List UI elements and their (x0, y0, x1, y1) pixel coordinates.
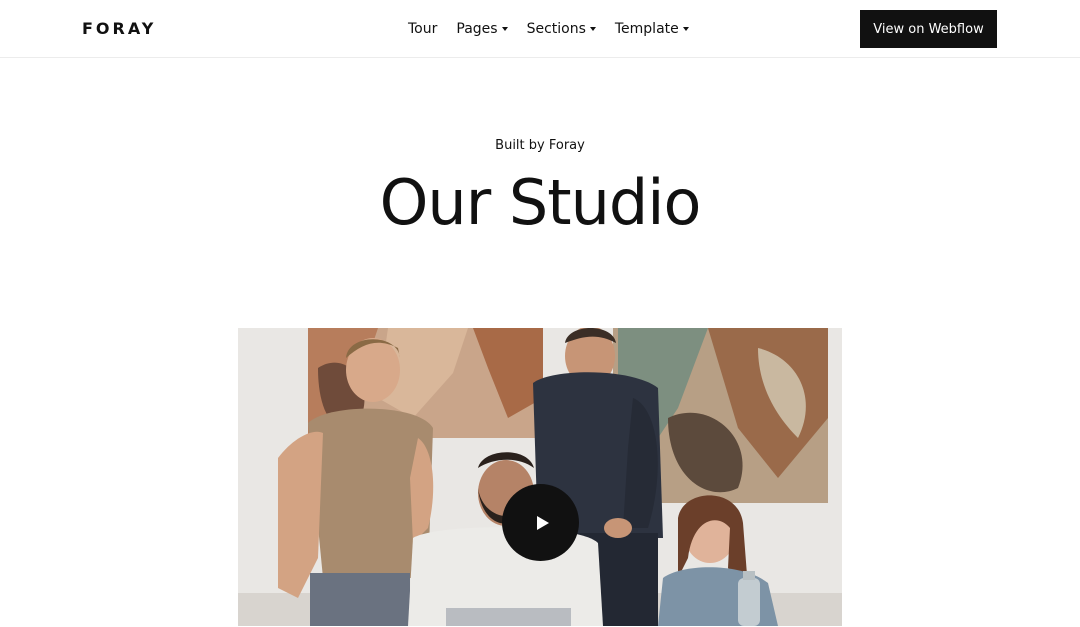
nav-item-sections[interactable]: Sections (527, 21, 596, 37)
play-button[interactable] (502, 484, 579, 561)
nav-item-label: Sections (526, 21, 586, 37)
studio-video[interactable] (238, 328, 842, 626)
view-on-webflow-button[interactable]: View on Webflow (860, 10, 997, 48)
caret-down-icon (501, 27, 508, 31)
nav-item-tour[interactable]: Tour (408, 21, 437, 37)
navbar: FORAY Tour Pages Sections Template View … (0, 0, 1080, 58)
nav-item-label: Tour (408, 21, 438, 37)
play-icon (536, 515, 549, 530)
video-thumbnail-image (238, 328, 842, 626)
hero-eyebrow: Built by Foray (495, 138, 585, 153)
page-title: Our Studio (379, 166, 702, 239)
brand-logo[interactable]: FORAY (82, 19, 156, 38)
caret-down-icon (682, 27, 689, 31)
nav-item-pages[interactable]: Pages (456, 21, 508, 37)
main-nav: Tour Pages Sections Template (408, 19, 689, 39)
nav-item-template[interactable]: Template (615, 21, 689, 37)
nav-item-label: Pages (456, 21, 498, 37)
caret-down-icon (589, 27, 596, 31)
nav-item-label: Template (614, 21, 679, 37)
